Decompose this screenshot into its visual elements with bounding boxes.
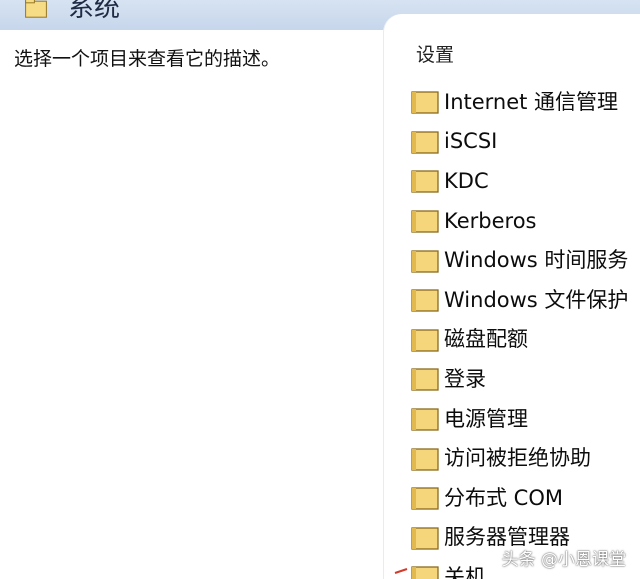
settings-list-item[interactable]: Internet 通信管理: [410, 82, 640, 122]
settings-item-label: 关机: [444, 564, 486, 579]
folder-icon: [411, 408, 439, 431]
settings-list-item[interactable]: 分布式 COM: [410, 478, 640, 518]
folder-icon: [411, 131, 439, 154]
watermark: 头条 @小恩课堂: [501, 550, 626, 570]
settings-item-label: Kerberos: [444, 208, 537, 233]
settings-item-label: Internet 通信管理: [444, 89, 619, 114]
folder-icon: [411, 210, 439, 233]
folder-icon: [411, 289, 439, 312]
folder-icon: [411, 91, 439, 114]
settings-list-item[interactable]: Kerberos: [410, 201, 640, 241]
settings-list-item[interactable]: 磁盘配额: [410, 320, 640, 360]
settings-list-item[interactable]: iSCSI: [410, 122, 640, 162]
settings-item-label: KDC: [444, 168, 489, 193]
folder-icon: [411, 368, 439, 392]
settings-list-item[interactable]: 访问被拒绝协助: [410, 438, 640, 478]
column-header-settings[interactable]: 设置: [416, 42, 454, 68]
settings-item-label: iSCSI: [444, 129, 498, 154]
folder-icon: [411, 329, 439, 352]
folder-icon: [411, 527, 439, 550]
settings-list-item[interactable]: KDC: [410, 161, 640, 201]
settings-item-label: Windows 时间服务: [444, 248, 629, 273]
settings-item-label: 磁盘配额: [444, 327, 528, 352]
folder-icon: [411, 250, 439, 273]
settings-item-label: 访问被拒绝协助: [444, 446, 591, 471]
pointer-fragment-icon: [394, 568, 408, 574]
settings-list-item[interactable]: 登录: [410, 359, 640, 399]
settings-list-item[interactable]: Windows 时间服务: [410, 240, 640, 280]
settings-item-label: Windows 文件保护: [444, 287, 629, 312]
folder-icon: [411, 170, 439, 194]
folder-icon: [411, 566, 439, 579]
page-title: 系统: [68, 0, 121, 23]
settings-pane: 设置 Internet 通信管理 iSCSI KDC Kerberos Windows …: [384, 14, 640, 579]
settings-item-label: 登录: [444, 366, 486, 391]
settings-list-item[interactable]: Windows 文件保护: [410, 280, 640, 320]
settings-list-item[interactable]: 电源管理: [410, 399, 640, 439]
description-pane: 选择一个项目来查看它的描述。: [0, 30, 399, 579]
folder-icon: [411, 447, 439, 471]
settings-item-label: 分布式 COM: [444, 485, 563, 510]
folder-icon: [25, 0, 47, 18]
settings-item-label: 电源管理: [444, 406, 528, 431]
description-text: 选择一个项目来查看它的描述。: [14, 48, 281, 70]
folder-icon: [411, 487, 439, 510]
settings-list: Internet 通信管理 iSCSI KDC Kerberos Windows 时间服…: [410, 82, 640, 579]
